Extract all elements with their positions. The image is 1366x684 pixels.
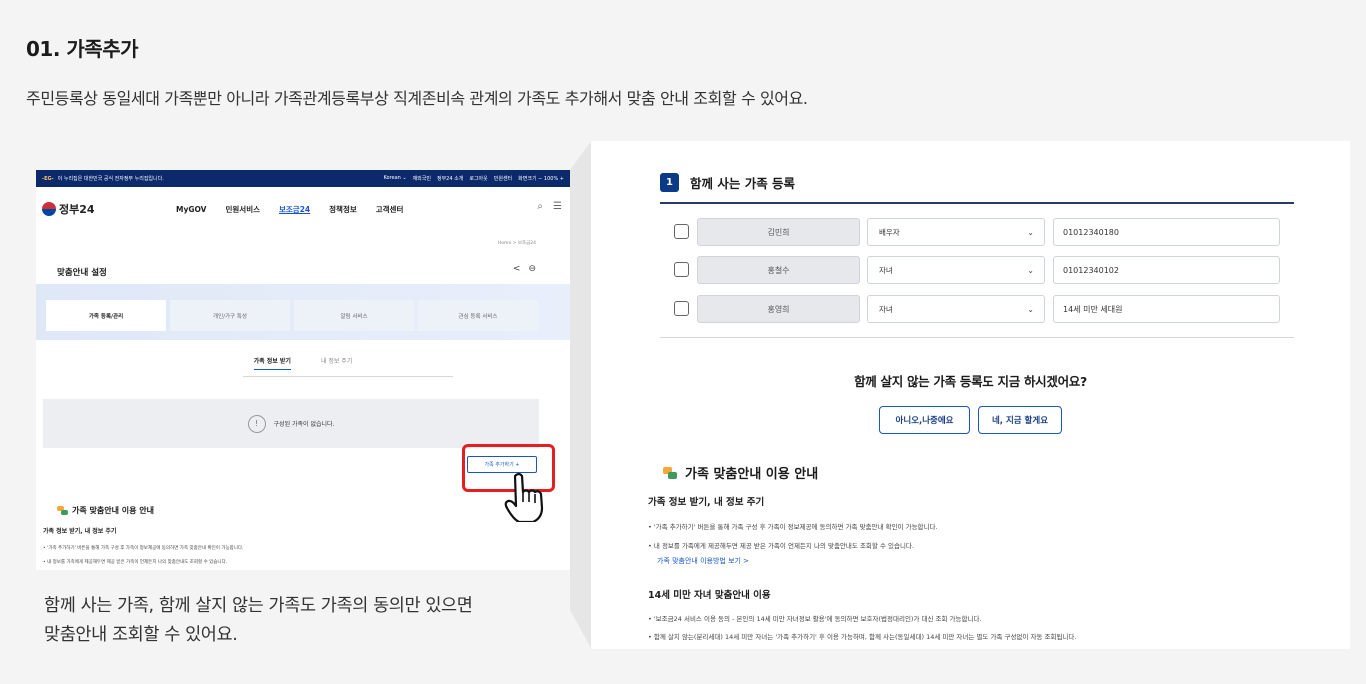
- right-screenshot: 1 함께 사는 가족 등록 김민희 배우자 ⌄ 01012340180 홍철수 자…: [591, 141, 1350, 649]
- menu-support[interactable]: 고객센터: [376, 204, 404, 215]
- guide-subtitle: 가족 정보 받기, 내 정보 주기: [648, 497, 765, 508]
- topbar-link[interactable]: 정부24 소개: [437, 175, 463, 182]
- topbar-link[interactable]: 화면크기 − 100% +: [518, 175, 564, 182]
- site-logo[interactable]: 정부24: [42, 201, 95, 217]
- row-checkbox[interactable]: [674, 224, 689, 239]
- subtab-receive[interactable]: 가족 정보 받기: [253, 356, 291, 370]
- chevron-down-icon: ⌄: [1027, 228, 1034, 237]
- pointer-hand-icon: [504, 472, 544, 522]
- tab-personal[interactable]: 개인/가구 특성: [170, 300, 290, 331]
- step-title: 함께 사는 가족 등록: [690, 176, 796, 191]
- name-field: 김민희: [697, 218, 860, 246]
- gov-notice: 이 누리집은 대한민국 공식 전자정부 누리집입니다.: [57, 176, 164, 182]
- section-title: 01. 가족추가: [26, 37, 139, 61]
- search-icon[interactable]: ⌕: [537, 201, 543, 212]
- chat-bubble-icon: [663, 466, 677, 479]
- menu-subsidy[interactable]: 보조금24: [279, 204, 310, 215]
- header-rule: [660, 202, 1294, 204]
- tab-list: 가족 등록/관리 개인/가구 특성 알림 서비스 관심 등록 서비스: [46, 300, 538, 331]
- subtab-divider: [243, 376, 453, 377]
- family-row: 홍영희 자녀 ⌄ 14세 미만 세대원: [660, 295, 1294, 323]
- left-guide-title: 가족 맞춤안내 이용 안내: [72, 506, 154, 515]
- tab-alarm[interactable]: 알림 서비스: [294, 300, 414, 331]
- empty-state: ! 구성된 가족이 없습니다.: [43, 399, 539, 448]
- family-row: 홍철수 자녀 ⌄ 01012340102: [660, 256, 1294, 284]
- topbar-link[interactable]: 재외국민: [413, 175, 431, 182]
- row-checkbox[interactable]: [674, 262, 689, 277]
- print-icon[interactable]: ⊖: [528, 264, 536, 274]
- logo-text: 정부24: [59, 203, 95, 216]
- left-guide-subtitle: 가족 정보 받기, 내 정보 주기: [43, 528, 117, 535]
- taegeuk-icon: [42, 202, 56, 216]
- guide-link[interactable]: 가족 맞춤안내 이용방법 보기 >: [657, 556, 749, 566]
- now-button[interactable]: 네, 지금 할게요: [978, 406, 1062, 434]
- tab-family[interactable]: 가족 등록/관리: [46, 300, 166, 331]
- section-divider: [660, 337, 1294, 338]
- question-text: 함께 살지 않는 가족 등록도 지금 하시겠어요?: [854, 374, 1087, 389]
- page-title: 맞춤안내 설정: [57, 268, 107, 278]
- tab-interest[interactable]: 관심 등록 서비스: [418, 300, 538, 331]
- chevron-down-icon: ⌄: [1027, 305, 1034, 314]
- caption-line: 함께 사는 가족, 함께 살지 않는 가족도 가족의 동의만 있으면: [44, 596, 473, 616]
- chevron-down-icon: ⌄: [1027, 266, 1034, 275]
- relation-select[interactable]: 자녀 ⌄: [867, 256, 1045, 284]
- name-field: 홍철수: [697, 256, 860, 284]
- top-strip: -EG- 이 누리집은 대한민국 공식 전자정부 누리집입니다. Korean ⌄…: [36, 170, 570, 187]
- connector-wedge: [570, 140, 592, 650]
- left-guide-bullet: • '가족 추가하기' 버튼을 통해 가족 구성 후 가족이 정보제공에 동의하…: [43, 546, 244, 551]
- family-row: 김민희 배우자 ⌄ 01012340180: [660, 218, 1294, 246]
- row-checkbox[interactable]: [674, 301, 689, 316]
- chat-bubble-icon: [57, 506, 68, 515]
- relation-value: 자녀: [879, 304, 893, 314]
- relation-select[interactable]: 자녀 ⌄: [867, 295, 1045, 323]
- relation-value: 자녀: [879, 265, 893, 275]
- caption-line: 맞춤안내 조회할 수 있어요.: [44, 625, 238, 645]
- subtab-give[interactable]: 내 정보 주기: [321, 356, 352, 370]
- relation-value: 배우자: [879, 227, 900, 237]
- section-description: 주민등록상 동일세대 가족뿐만 아니라 가족관계등록부상 직계존비속 관계의 가…: [26, 89, 808, 108]
- relation-select[interactable]: 배우자 ⌄: [867, 218, 1045, 246]
- breadcrumb: Home > 보조금24: [497, 241, 536, 246]
- menu-civil[interactable]: 민원서비스: [226, 204, 261, 215]
- topbar-link[interactable]: 민원센터: [494, 175, 512, 182]
- guide-subtitle: 14세 미만 자녀 맞춤안내 이용: [648, 590, 771, 601]
- caption: 함께 사는 가족, 함께 살지 않는 가족도 가족의 동의만 있으면 맞춤안내 …: [44, 592, 473, 650]
- left-guide-bullet: • 내 정보를 가족에게 제공해두면 제공 받은 가족이 언제든지 나의 맞춤안…: [43, 560, 228, 565]
- share-icon[interactable]: <: [513, 264, 521, 274]
- phone-field[interactable]: 14세 미만 세대원: [1053, 295, 1280, 323]
- menu-mygov[interactable]: MyGOV: [176, 205, 207, 214]
- global-nav: 정부24 MyGOV 민원서비스 보조금24 정책정보 고객센터 ⌕ ☰: [36, 187, 570, 231]
- guide-bullet: • '가족 추가하기' 버튼을 통해 가족 구성 후 가족이 정보제공에 동의하…: [648, 523, 938, 531]
- later-button[interactable]: 아니오,나중에요: [879, 406, 970, 434]
- step-number: 1: [660, 173, 679, 192]
- phone-field[interactable]: 01012340102: [1053, 256, 1280, 284]
- guide-bullet: • '보조금24 서비스 이용 동의 - 본인의 14세 미만 자녀정보 활용'…: [648, 615, 982, 623]
- right-guide-title: 가족 맞춤안내 이용 안내: [685, 467, 819, 482]
- empty-message: 구성된 가족이 없습니다.: [273, 421, 335, 428]
- guide-bullet: • 함께 살지 않는(분리세대) 14세 미만 자녀는 '가족 추가하기' 후 …: [648, 633, 1077, 641]
- topbar-link[interactable]: Korean ⌄: [383, 175, 406, 182]
- topbar-link[interactable]: 로그아웃: [469, 175, 487, 182]
- info-icon: !: [247, 414, 266, 433]
- menu-policy[interactable]: 정책정보: [329, 204, 357, 215]
- guide-bullet: • 내 정보를 가족에게 제공해두면 제공 받은 가족이 언제든지 나의 맞춤안…: [648, 542, 914, 550]
- left-screenshot: -EG- 이 누리집은 대한민국 공식 전자정부 누리집입니다. Korean ⌄…: [36, 170, 570, 570]
- name-field: 홍영희: [697, 295, 860, 323]
- phone-field[interactable]: 01012340180: [1053, 218, 1280, 246]
